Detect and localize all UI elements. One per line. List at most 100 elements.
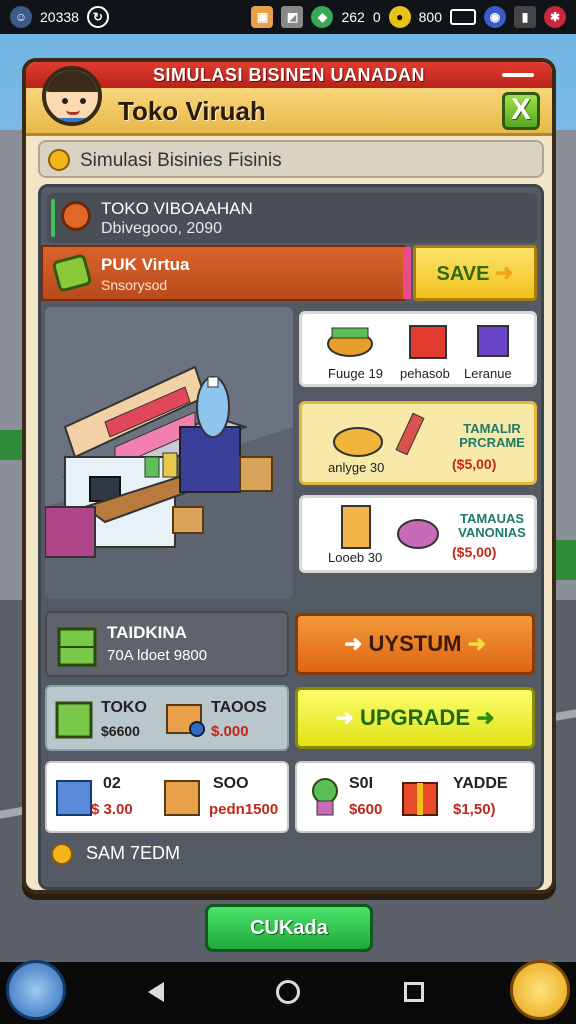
toko-price: $6600 bbox=[101, 723, 140, 739]
item-price-3: ($5,00) bbox=[452, 544, 497, 560]
crate-icon bbox=[55, 701, 93, 739]
item-card-2[interactable]: anlyge 30 TAMALIR PRCRAME ($5,00) bbox=[299, 401, 537, 485]
android-nav-bar bbox=[0, 962, 576, 1024]
mini-name-2: SOO bbox=[213, 775, 249, 792]
home-icon[interactable] bbox=[276, 980, 300, 1004]
item-card-1[interactable]: Fuuge 19 pehasob Leranue bbox=[299, 311, 537, 387]
signal-icon: ▮ bbox=[514, 6, 536, 28]
mini-name-4: YADDE bbox=[453, 775, 508, 792]
shop-scene bbox=[45, 307, 293, 599]
item-label-2: pehasob bbox=[400, 366, 450, 381]
system-button[interactable]: ➜ UYSTUM ➜ bbox=[295, 613, 535, 675]
shop-info-row[interactable]: TOKO VIBOAAHAN Dbivegooo, 2090 bbox=[47, 193, 537, 243]
battery-icon bbox=[450, 9, 476, 25]
footer-row-text: SAM 7EDM bbox=[86, 843, 181, 863]
plant-icon bbox=[312, 778, 338, 816]
crate-icon bbox=[57, 627, 97, 667]
gift-box-icon bbox=[402, 782, 438, 816]
toko-name-2: TAOOS bbox=[211, 699, 267, 716]
arrow-right-icon: ➜ bbox=[495, 260, 514, 285]
status-bar: ☺ 20338 ↻ ▣ ◩ ◆ 262 0 ● 800 ◉ ▮ ✱ bbox=[0, 0, 576, 34]
coin-icon bbox=[51, 843, 73, 866]
avatar[interactable] bbox=[42, 66, 102, 126]
alert-icon: ✱ bbox=[544, 6, 566, 28]
upgrade-label: UPGRADE bbox=[359, 705, 470, 730]
stats-card: TAIDKINA 70A ldoet 9800 bbox=[45, 611, 289, 677]
save-label: SAVE bbox=[436, 263, 490, 285]
upgrade-button[interactable]: ➜ UPGRADE ➜ bbox=[295, 687, 535, 749]
item-card-1-icons bbox=[327, 325, 509, 359]
freezer-icon bbox=[56, 780, 92, 816]
minimize-icon[interactable] bbox=[502, 73, 534, 77]
item-label-anlyge: anlyge 30 bbox=[328, 460, 385, 475]
mini-price-4: $1,50) bbox=[453, 801, 496, 818]
coin-icon bbox=[48, 149, 70, 171]
status-left-icon-text: 0 bbox=[372, 9, 381, 25]
mini-price-2: pedn1500 bbox=[209, 801, 279, 818]
indicator-bar bbox=[51, 199, 55, 237]
shop-icon bbox=[61, 201, 91, 231]
arrow-right-icon: ➜ bbox=[343, 631, 363, 656]
content-area: TOKO VIBOAAHAN Dbivegooo, 2090 PUK Virtu… bbox=[38, 184, 544, 890]
recent-apps-icon[interactable] bbox=[404, 982, 424, 1002]
item-info-3: TAMAUAS VANONIAS bbox=[458, 511, 526, 540]
settings-gear-icon[interactable] bbox=[6, 960, 66, 1020]
product-row[interactable]: PUK Virtua Snsorysod bbox=[41, 245, 411, 301]
product-name: PUK Virtua bbox=[101, 255, 190, 274]
mini-name-3: S0I bbox=[349, 775, 374, 792]
arrow-right-icon: ➜ bbox=[467, 631, 486, 656]
app-icon: ☺ bbox=[10, 6, 32, 28]
save-button[interactable]: SAVE ➜ bbox=[413, 245, 537, 301]
item-card-3[interactable]: Looeb 30 TAMAUAS VANONIAS ($5,00) bbox=[299, 495, 537, 573]
product-sub: Snsorysod bbox=[101, 277, 168, 293]
background-awning-left bbox=[0, 430, 24, 460]
stats-name: TAIDKINA bbox=[107, 623, 187, 642]
mini-name-1: 02 bbox=[103, 775, 121, 792]
mini-card-group-left[interactable]: 02 $ 3.00 SOO pedn1500 bbox=[45, 761, 289, 833]
toko-name: TOKO bbox=[101, 699, 147, 716]
stats-value: 70A ldoet 9800 bbox=[107, 647, 208, 664]
box-icon bbox=[164, 780, 200, 816]
status-number: 800 bbox=[418, 9, 442, 25]
arrow-right-icon: ➜ bbox=[335, 705, 354, 730]
item-label-1: Fuuge 19 bbox=[328, 366, 383, 381]
action-wrench-icon[interactable] bbox=[510, 960, 570, 1020]
panel-header: Toko Viruah X bbox=[26, 66, 552, 136]
notification-icon: ▣ bbox=[251, 6, 274, 28]
top-banner: SIMULASI BISINEN UANADAN bbox=[26, 62, 552, 88]
status-center: 262 bbox=[341, 9, 365, 25]
subtitle: Simulasi Bisinies Fisinis bbox=[80, 150, 282, 171]
back-icon[interactable] bbox=[148, 982, 164, 1002]
mini-price-1: $ 3.00 bbox=[91, 801, 133, 818]
item-price-2: ($5,00) bbox=[452, 456, 497, 472]
profile-icon: ◉ bbox=[484, 6, 506, 28]
system-label: UYSTUM bbox=[368, 631, 462, 656]
close-button[interactable]: X bbox=[502, 92, 540, 130]
shop-value: Dbivegooo, 2090 bbox=[101, 220, 222, 237]
sync-icon: ↻ bbox=[86, 6, 109, 28]
item-label-looeb: Looeb 30 bbox=[328, 550, 383, 565]
mini-price-3: $600 bbox=[349, 801, 383, 818]
shop-name: TOKO VIBOAAHAN bbox=[101, 199, 253, 218]
footer-row: SAM 7EDM bbox=[51, 843, 181, 866]
product-accent bbox=[403, 247, 411, 299]
mini-card-group-right[interactable]: S0I $600 YADDE $1,50) bbox=[295, 761, 535, 833]
toko-card[interactable]: TOKO $6600 TAOOS $.000 bbox=[45, 685, 289, 751]
subtitle-bar: Simulasi Bisinies Fisinis bbox=[38, 140, 544, 178]
item-info-2: TAMALIR PRCRAME bbox=[459, 421, 525, 450]
image-icon: ◩ bbox=[281, 6, 304, 28]
page-title: Toko Viruah bbox=[118, 96, 266, 126]
cash-icon bbox=[51, 253, 93, 293]
box-icon bbox=[166, 704, 205, 737]
status-time: 20338 bbox=[40, 9, 79, 25]
item-card-2-icons bbox=[333, 412, 425, 457]
toko-price-2: $.000 bbox=[211, 723, 249, 740]
top-banner-text: SIMULASI BISINEN UANADAN bbox=[152, 65, 425, 85]
item-label-3: Leranue bbox=[464, 366, 512, 381]
gps-icon: ◆ bbox=[311, 6, 334, 28]
shop-scene-illustration bbox=[45, 365, 293, 599]
business-sim-panel: SIMULASI BISINEN UANADAN Toko Viruah X S… bbox=[22, 58, 556, 894]
coin-icon: ● bbox=[388, 6, 411, 28]
confirm-button[interactable]: CUKada bbox=[205, 904, 373, 952]
arrow-right-icon: ➜ bbox=[476, 705, 495, 730]
